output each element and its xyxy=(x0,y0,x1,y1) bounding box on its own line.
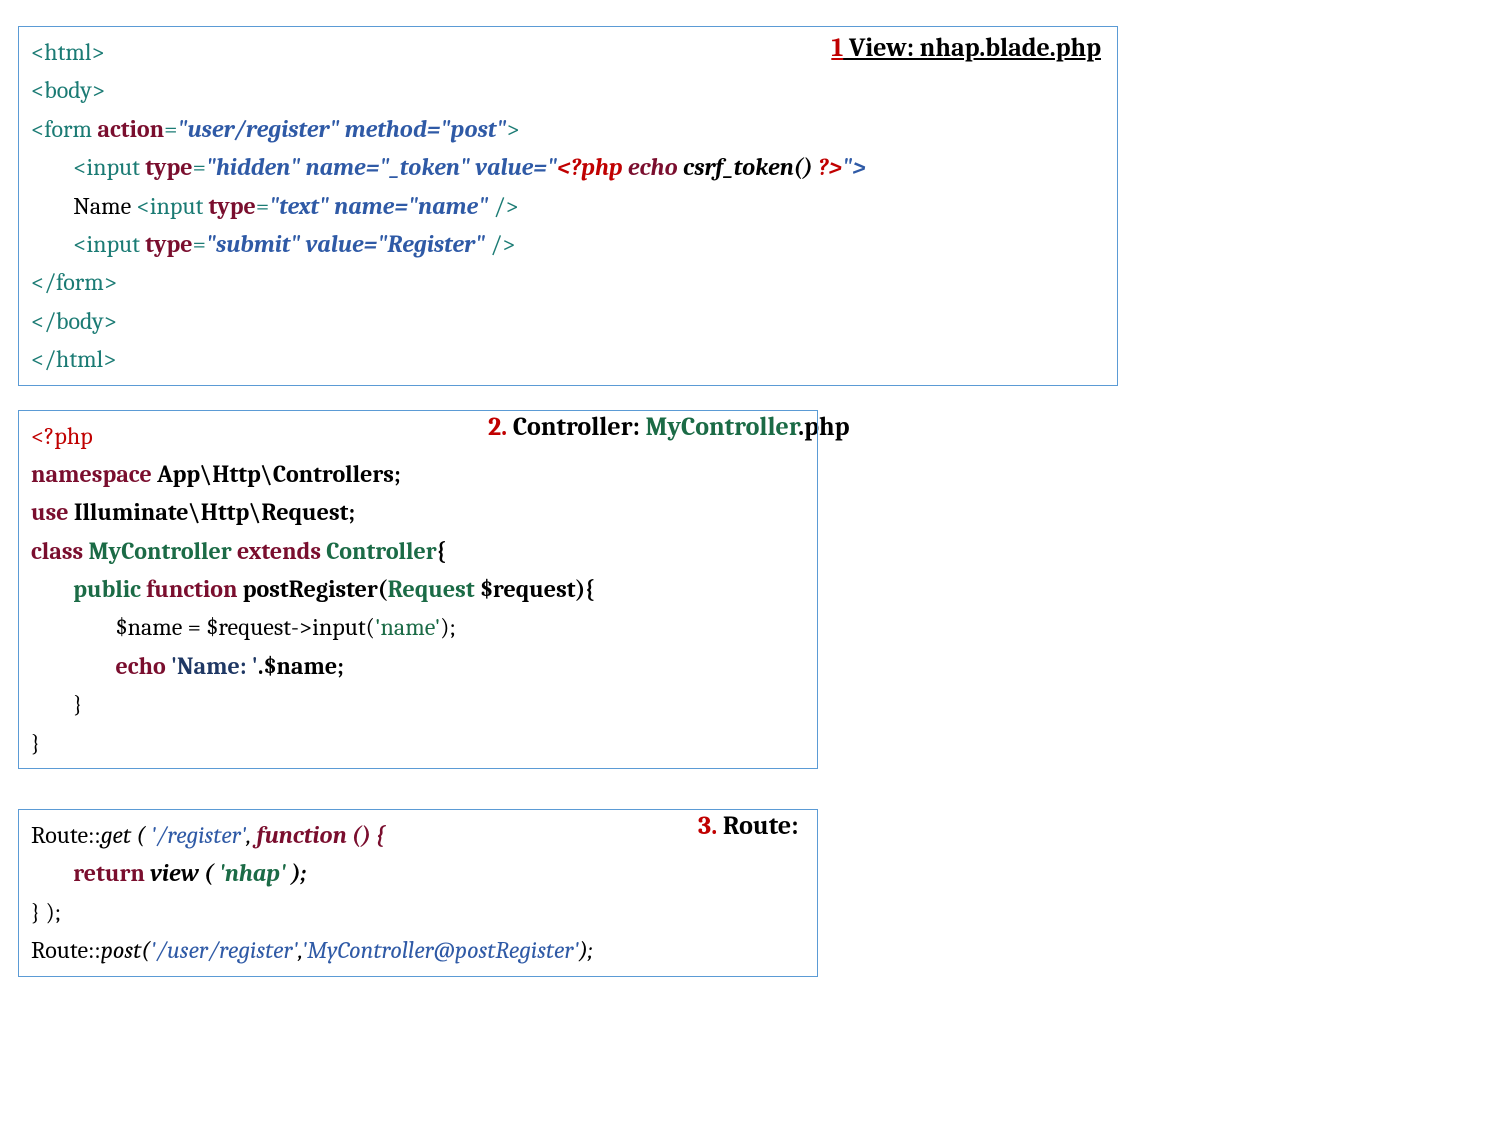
controller-code: <?php namespace App\Http\Controllers; us… xyxy=(31,417,805,763)
view-block-title: 1 View: nhap.blade.php xyxy=(831,33,1101,63)
view-code: <html> <body> <form action="user/registe… xyxy=(31,33,1105,379)
route-code: Route::get ( '/register', function () { … xyxy=(31,816,805,970)
controller-code-block: <?php namespace App\Http\Controllers; us… xyxy=(18,410,818,770)
route-code-block: Route::get ( '/register', function () { … xyxy=(18,809,818,977)
view-code-block: 1 View: nhap.blade.php <html> <body> <fo… xyxy=(18,26,1118,386)
